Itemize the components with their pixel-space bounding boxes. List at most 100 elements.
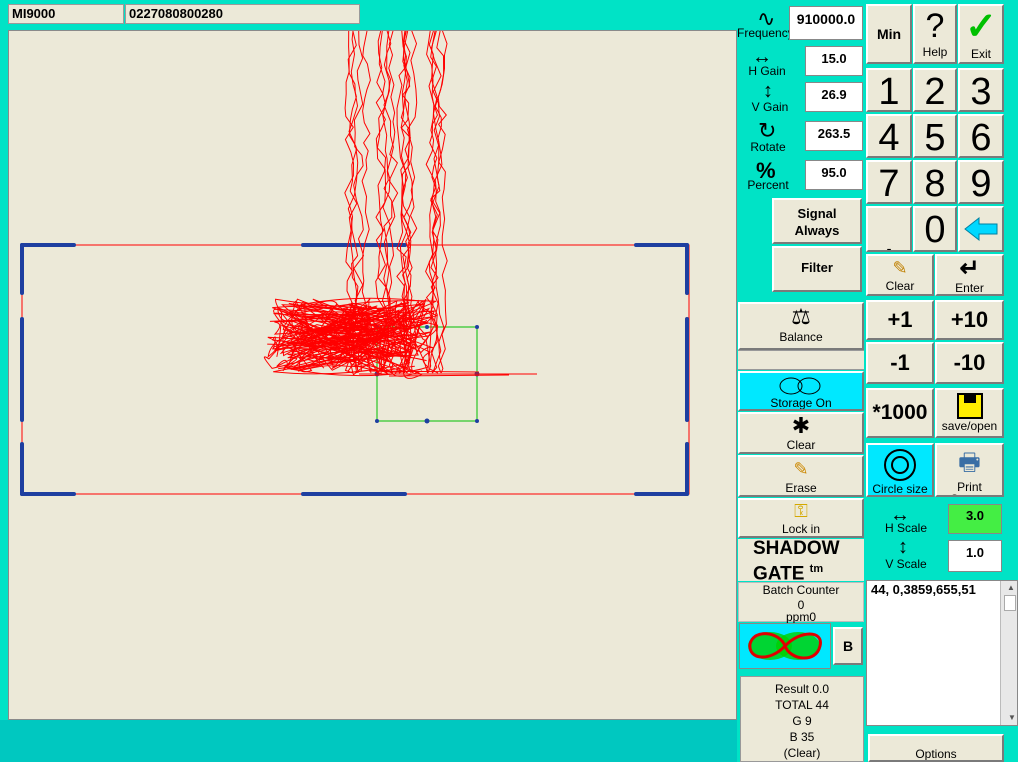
balance-icon: ⚖	[791, 304, 811, 329]
key-2-label: 2	[924, 71, 946, 112]
clear-entry-button[interactable]: ✎ Clear	[866, 254, 934, 296]
save-open-button[interactable]: save/open	[935, 388, 1004, 438]
key-3[interactable]: 3	[958, 68, 1004, 112]
key-4-label: 4	[878, 117, 900, 158]
key-0[interactable]: 0	[913, 206, 957, 252]
frequency-value[interactable]: 910000.0	[789, 6, 863, 40]
key-5[interactable]: 5	[913, 114, 957, 158]
rotate-value[interactable]: 263.5	[805, 121, 863, 151]
enter-label: Enter	[955, 281, 984, 295]
minus10-button[interactable]: -10	[935, 342, 1004, 384]
key-9-label: 9	[970, 163, 992, 204]
key-7[interactable]: 7	[866, 160, 912, 204]
lock-in-button[interactable]: ⚿ Lock in	[738, 498, 864, 538]
balance-button[interactable]: ⚖ Balance	[738, 302, 864, 350]
circle-size-button[interactable]: Circle size	[866, 443, 934, 497]
b-button[interactable]: B	[833, 627, 863, 665]
percent-value[interactable]: 95.0	[805, 160, 863, 190]
bad-count: B 35	[789, 730, 815, 744]
percent-label: Percent	[747, 178, 789, 192]
min-button[interactable]: Min	[866, 4, 912, 64]
key-6[interactable]: 6	[958, 114, 1004, 158]
storage-label: Storage On	[770, 396, 832, 410]
batch-counter: Batch Counter 0 ppm0	[738, 582, 864, 624]
circle-size-label: Circle size	[872, 482, 928, 496]
v-scale-value[interactable]: 1.0	[948, 540, 1002, 572]
brand-tm: tm	[809, 563, 824, 575]
print-screen-button[interactable]: 🖶 Print Screen	[935, 443, 1004, 497]
plus1-button[interactable]: +1	[866, 300, 934, 340]
signal-pattern-thumbnail[interactable]	[739, 623, 831, 669]
erase-button[interactable]: ✎ Erase	[738, 455, 864, 497]
h-scale-value[interactable]: 3.0	[948, 504, 1002, 534]
erase-label: Erase	[785, 481, 817, 495]
help-label: Help	[922, 45, 948, 59]
storage-button[interactable]: Storage On	[738, 371, 864, 411]
exit-button[interactable]: ✓ Exit	[958, 4, 1004, 64]
signal-always-button[interactable]: Signal Always	[772, 198, 862, 244]
shadow-gate-logo: SHADOW GATE tm	[738, 538, 864, 584]
key-1-label: 1	[878, 71, 900, 112]
lock-in-label: Lock in	[781, 522, 821, 536]
result-state: (Clear)	[783, 746, 821, 760]
checkmark-icon: ✓	[965, 6, 997, 48]
log-scrollbar[interactable]: ▲ ▼	[1000, 581, 1017, 725]
key-6-label: 6	[970, 117, 992, 158]
minus1-button[interactable]: -1	[866, 342, 934, 384]
plus1-label: +1	[887, 307, 913, 332]
options-label: Options	[915, 747, 957, 761]
storage-icon	[779, 377, 821, 395]
batch-counter-label: Batch Counter	[762, 583, 840, 597]
v-gain-label: V Gain	[751, 100, 789, 114]
v-gain-value[interactable]: 26.9	[805, 82, 863, 112]
scroll-up-icon[interactable]: ▲	[1003, 581, 1017, 595]
key-4[interactable]: 4	[866, 114, 912, 158]
list-item[interactable]: 44, 0,3859,655,51	[869, 581, 1005, 599]
key-2[interactable]: 2	[913, 68, 957, 112]
clear-storage-button[interactable]: ✱ Clear	[738, 412, 864, 454]
scope-display[interactable]	[8, 30, 737, 720]
asterisk-icon: ✱	[791, 413, 811, 438]
key-dot[interactable]: .	[866, 206, 912, 252]
enter-button[interactable]: ↵ Enter	[935, 254, 1004, 296]
pencil-icon: ✎	[892, 258, 908, 278]
balance-indicator	[738, 350, 864, 370]
key-0-label: 0	[924, 209, 946, 251]
filter-button[interactable]: Filter	[772, 246, 862, 292]
key-5-label: 5	[924, 117, 946, 158]
key-8-label: 8	[924, 163, 946, 204]
key-9[interactable]: 9	[958, 160, 1004, 204]
h-gain-value[interactable]: 15.0	[805, 46, 863, 76]
x1000-label: *1000	[872, 401, 928, 424]
brand-line1: SHADOW	[753, 538, 840, 559]
b-button-label: B	[842, 638, 854, 654]
infinity-icon	[748, 632, 822, 660]
scroll-thumb[interactable]	[1004, 595, 1016, 611]
printer-icon: 🖶	[958, 449, 981, 476]
v-scale-label: V Scale	[885, 557, 927, 571]
eraser-icon: ✎	[793, 459, 809, 479]
signal-trace	[263, 31, 537, 379]
brand-line2-wrap: GATE tm	[753, 559, 864, 584]
floppy-icon	[956, 393, 983, 419]
backspace-button[interactable]	[958, 206, 1004, 252]
good-count: G 9	[792, 714, 812, 728]
circle-target-icon	[884, 449, 916, 481]
key-7-label: 7	[878, 163, 900, 204]
options-button[interactable]: Options	[868, 734, 1004, 762]
key-1[interactable]: 1	[866, 68, 912, 112]
enter-arrow-icon: ↵	[959, 255, 980, 282]
plus10-label: +10	[950, 307, 989, 332]
bottom-strip	[0, 720, 737, 762]
key-icon: ⚿	[794, 501, 808, 521]
key-3-label: 3	[970, 71, 992, 112]
batch-log-list[interactable]: 44, 0,3859,655,5143, 0,3778,1098,442,100…	[866, 580, 1018, 726]
log-rows: 44, 0,3859,655,5143, 0,3778,1098,442,100…	[867, 581, 1005, 599]
scroll-down-icon[interactable]: ▼	[1003, 711, 1017, 725]
help-button[interactable]: ? Help	[913, 4, 957, 64]
key-8[interactable]: 8	[913, 160, 957, 204]
total-count: TOTAL 44	[775, 698, 829, 712]
x1000-button[interactable]: *1000	[866, 388, 934, 438]
clear-entry-label: Clear	[885, 279, 915, 293]
plus10-button[interactable]: +10	[935, 300, 1004, 340]
